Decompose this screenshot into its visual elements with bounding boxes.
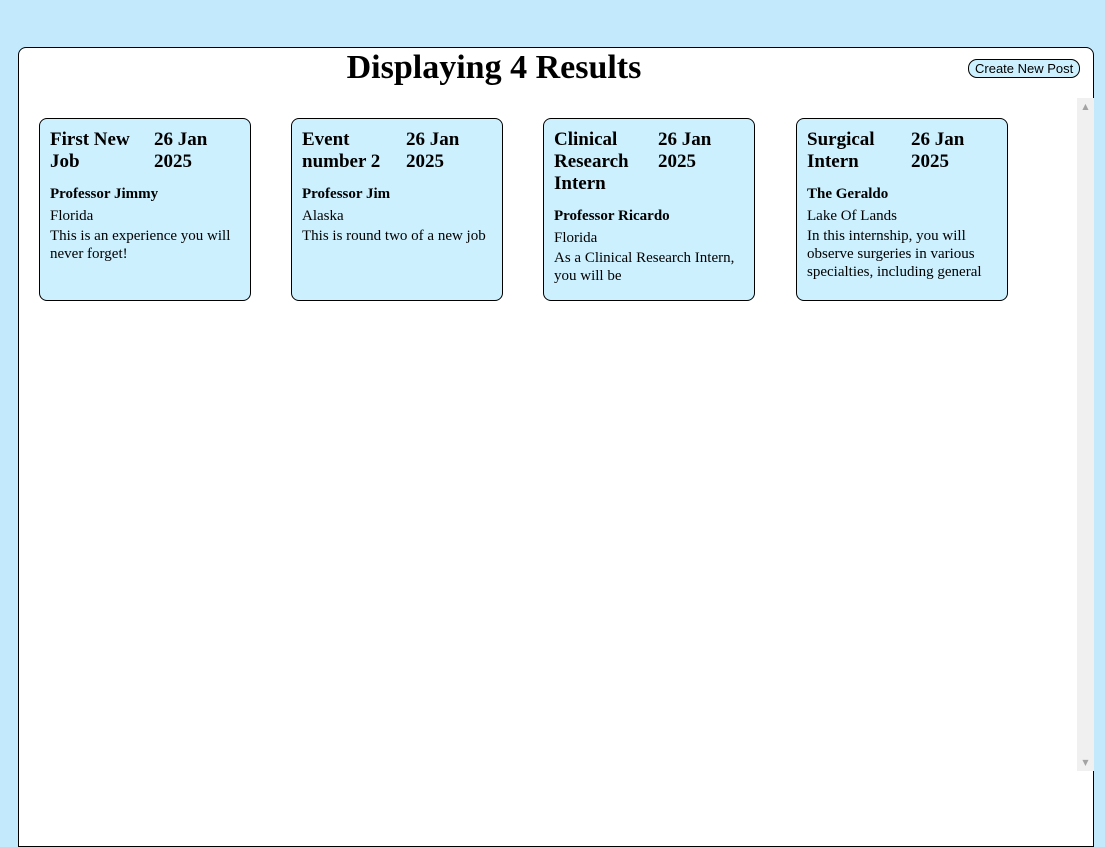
post-host: Professor Jim bbox=[302, 186, 391, 202]
post-card[interactable]: Surgical Intern 26 Jan 2025 The Geraldo … bbox=[796, 118, 1008, 301]
post-title: Clinical Research Intern bbox=[554, 129, 629, 194]
post-card[interactable]: Clinical Research Intern 26 Jan 2025 Pro… bbox=[543, 118, 755, 301]
results-panel: Displaying 4 Results Create New Post Fir… bbox=[18, 47, 1094, 847]
post-host: Professor Jimmy bbox=[50, 186, 159, 202]
post-title: Surgical Intern bbox=[807, 129, 875, 172]
scroll-up-arrow-icon[interactable]: ▲ bbox=[1077, 98, 1094, 115]
post-title: First New Job bbox=[50, 129, 130, 172]
post-card[interactable]: Event number 2 26 Jan 2025 Professor Jim… bbox=[291, 118, 503, 301]
post-location: Florida bbox=[50, 208, 94, 224]
post-date: 26 Jan 2025 bbox=[911, 129, 965, 172]
post-description: As a Clinical Research Intern, you will … bbox=[554, 250, 735, 284]
scroll-down-arrow-icon[interactable]: ▼ bbox=[1077, 754, 1094, 771]
results-list: First New Job 26 Jan 2025 Professor Jimm… bbox=[39, 118, 1039, 301]
post-description: In this internship, you will observe sur… bbox=[807, 228, 982, 280]
post-location: Florida bbox=[554, 230, 598, 246]
post-location: Alaska bbox=[302, 208, 344, 224]
post-date: 26 Jan 2025 bbox=[658, 129, 712, 172]
post-host: Professor Ricardo bbox=[554, 208, 670, 224]
post-location: Lake Of Lands bbox=[807, 208, 897, 224]
results-scrollbar[interactable]: ▲ ▼ bbox=[1077, 98, 1094, 771]
create-new-post-button[interactable]: Create New Post bbox=[968, 59, 1081, 78]
post-card[interactable]: First New Job 26 Jan 2025 Professor Jimm… bbox=[39, 118, 251, 301]
post-host: The Geraldo bbox=[807, 186, 889, 202]
post-date: 26 Jan 2025 bbox=[154, 129, 208, 172]
post-description: This is an experience you will never for… bbox=[50, 228, 231, 262]
post-description: This is round two of a new job bbox=[302, 228, 486, 244]
page-title: Displaying 4 Results bbox=[346, 49, 642, 86]
post-date: 26 Jan 2025 bbox=[406, 129, 460, 172]
post-title: Event number 2 bbox=[302, 129, 381, 172]
